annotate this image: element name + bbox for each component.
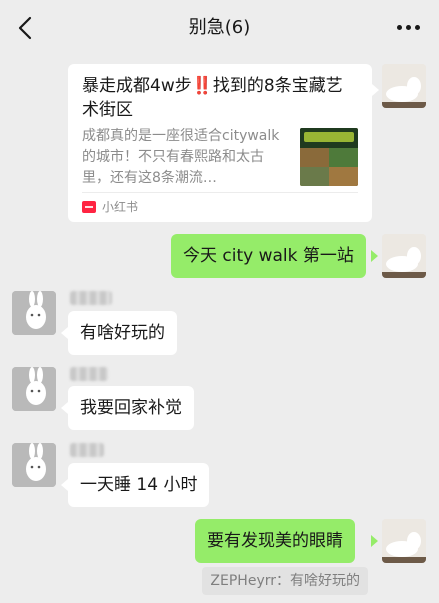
avatar-other[interactable]	[12, 291, 56, 335]
sender-nickname-blurred	[70, 443, 104, 457]
bubble-tail	[61, 402, 68, 414]
card-title: 暴走成都4w步‼️找到的8条宝藏艺术街区	[82, 76, 343, 120]
card-thumbnail	[300, 128, 358, 186]
card-description: 成都真的是一座很适合citywalk的城市！不只有春熙路和太古里，还有这8条潮流…	[82, 128, 280, 186]
message-bubble-other[interactable]: 我要回家补觉	[68, 386, 194, 430]
message-bubble-other[interactable]: 一天睡 14 小时	[68, 463, 210, 507]
quoted-message[interactable]: ZEPHeyrr：有啥好玩的	[202, 567, 368, 595]
avatar-other[interactable]	[12, 443, 56, 487]
sender-nickname-blurred	[70, 367, 108, 381]
bubble-tail	[371, 535, 378, 547]
bubble-tail	[61, 479, 68, 491]
message-bubble-self[interactable]: 要有发现美的眼睛	[195, 519, 355, 563]
bubble-tail	[372, 84, 379, 96]
more-dots-icon[interactable]	[397, 24, 421, 32]
message-bubble-self[interactable]: 今天 city walk 第一站	[171, 234, 366, 278]
avatar-other[interactable]	[12, 367, 56, 411]
message-bubble-other[interactable]: 有啥好玩的	[68, 311, 177, 355]
bubble-tail	[371, 250, 378, 262]
avatar-self[interactable]	[382, 234, 426, 278]
chat-title: 别急(6)	[188, 17, 251, 38]
card-divider	[82, 192, 358, 193]
avatar-self[interactable]	[382, 64, 426, 108]
bubble-tail	[61, 327, 68, 339]
card-source: 小红书	[82, 198, 138, 216]
shared-link-card[interactable]: 暴走成都4w步‼️找到的8条宝藏艺术街区 成都真的是一座很适合citywalk的…	[68, 64, 372, 222]
sender-nickname-blurred	[70, 291, 112, 305]
xiaohongshu-logo-icon	[82, 201, 96, 213]
avatar-self[interactable]	[382, 519, 426, 563]
chat-header: 别急(6)	[0, 0, 439, 56]
card-source-label: 小红书	[102, 200, 139, 214]
